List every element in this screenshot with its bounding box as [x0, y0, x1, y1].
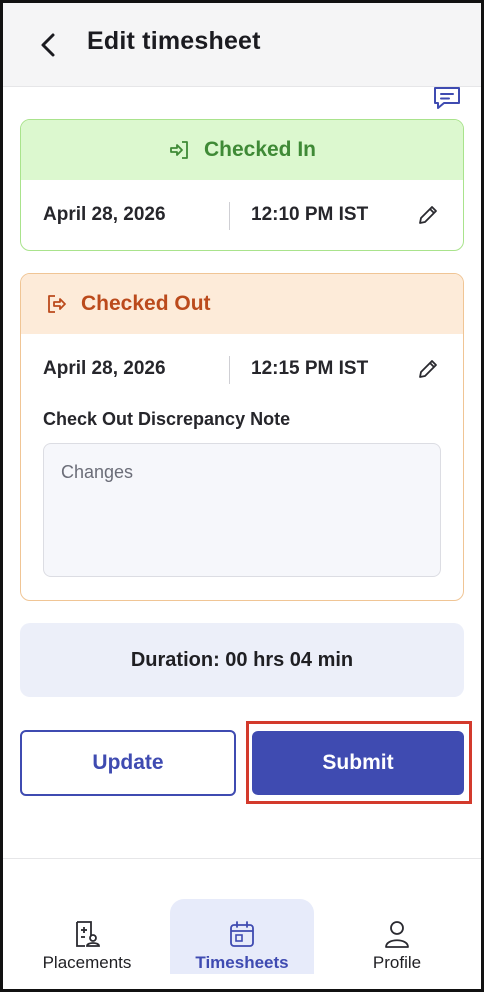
divider	[229, 356, 230, 384]
nav-label-profile: Profile	[372, 953, 422, 972]
nav-item-profile[interactable]: Profile	[325, 899, 469, 975]
checked-in-header: Checked In	[21, 120, 463, 180]
checked-in-label: Checked In	[203, 138, 317, 161]
checked-out-date: April 28, 2026	[43, 358, 166, 379]
comment-icon[interactable]	[432, 86, 462, 110]
submit-highlight-box	[246, 721, 472, 804]
discrepancy-note-input[interactable]: Changes	[43, 443, 441, 577]
checked-out-label: Checked Out	[81, 292, 211, 315]
page-title: Edit timesheet	[87, 27, 261, 55]
checked-out-time: 12:15 PM IST	[251, 358, 369, 379]
nav-item-timesheets[interactable]: Timesheets	[170, 899, 314, 975]
person-icon	[385, 921, 409, 948]
update-button[interactable]: Update	[20, 730, 236, 796]
bottom-safe-area	[3, 974, 481, 989]
logout-arrow-icon	[48, 295, 66, 313]
edit-pencil-icon[interactable]	[415, 202, 441, 228]
calendar-icon	[230, 921, 254, 947]
checked-in-time: 12:10 PM IST	[251, 204, 369, 225]
checked-out-row: April 28, 2026 12:15 PM IST	[21, 334, 463, 406]
divider	[229, 202, 230, 230]
nav-label-timesheets: Timesheets	[195, 953, 289, 972]
login-arrow-icon	[170, 141, 188, 159]
nav-label-placements: Placements	[42, 953, 132, 972]
back-icon[interactable]	[33, 29, 65, 61]
placements-icon	[76, 921, 100, 947]
edit-pencil-icon[interactable]	[415, 356, 441, 382]
duration-summary: Duration: 00 hrs 04 min	[20, 623, 464, 697]
checked-in-row: April 28, 2026 12:10 PM IST	[21, 180, 463, 250]
checked-in-card: Checked In April 28, 2026 12:10 PM IST	[20, 119, 464, 251]
checked-out-card: Checked Out April 28, 2026 12:15 PM IST …	[20, 273, 464, 601]
app-header: Edit timesheet	[3, 3, 481, 87]
checked-out-header: Checked Out	[21, 274, 463, 334]
discrepancy-note-label: Check Out Discrepancy Note	[43, 409, 291, 429]
nav-item-placements[interactable]: Placements	[15, 899, 159, 975]
bottom-navigation: Placements Timesheets Profile	[3, 858, 481, 975]
checked-in-date: April 28, 2026	[43, 204, 166, 225]
